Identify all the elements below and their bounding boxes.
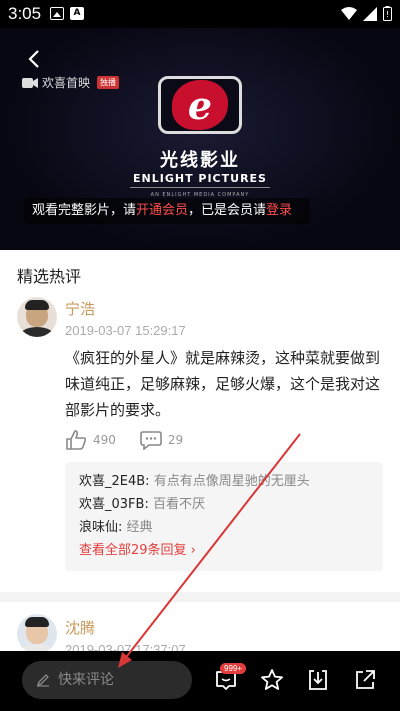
status-time: 3:05	[8, 4, 42, 23]
comment-author[interactable]: 沈腾	[65, 617, 95, 638]
message-badge: 999+	[220, 663, 247, 674]
view-all-replies-link[interactable]: 查看全部29条回复 ›	[79, 539, 369, 563]
avatar-hair	[25, 300, 49, 310]
logo-mark: e	[172, 80, 228, 130]
camera-icon	[22, 77, 38, 88]
comment-actions: 490 29	[65, 430, 201, 450]
download-icon[interactable]	[306, 668, 330, 692]
section-title: 精选热评	[17, 267, 82, 286]
avatar-body	[19, 327, 55, 337]
reply-user: 欢喜_03FB:	[79, 497, 153, 512]
reply-item[interactable]: 欢喜_03FB: 百看不厌	[79, 493, 369, 516]
reply-count: 29	[167, 433, 184, 447]
video-player[interactable]: 欢喜首映 独播 e 光线影业 ENLIGHT PICTURES AN ENLIG…	[0, 28, 400, 250]
logo-divider	[130, 187, 270, 188]
vip-prompt: 观看完整影片，请开通会员，已是会员请登录	[24, 198, 310, 224]
like-icon	[66, 430, 87, 450]
reply-user: 浪味仙:	[79, 520, 127, 535]
image-notification-icon	[50, 7, 64, 20]
comment-placeholder: 快来评论	[58, 672, 114, 688]
system-icons: !	[341, 6, 392, 21]
battery-icon: !	[383, 6, 392, 21]
app-notification-icon: A	[70, 7, 84, 20]
reply-text: 有点有点像周星驰的无厘头	[153, 474, 310, 489]
brand-watermark: 欢喜首映 独播	[22, 74, 120, 91]
reply-item[interactable]: 欢喜_2E4B: 有点有点像周星驰的无厘头	[79, 470, 369, 493]
open-vip-link[interactable]: 开通会员	[136, 203, 188, 218]
svg-text:!: !	[386, 10, 389, 19]
reply-text: 经典	[126, 520, 153, 535]
avatar[interactable]	[17, 614, 57, 654]
back-arrow-icon[interactable]	[24, 48, 46, 70]
comment-time: 2019-03-07 15:29:17	[65, 323, 186, 338]
avatar[interactable]	[17, 297, 57, 337]
reply-item[interactable]: 浪味仙: 经典	[79, 516, 369, 539]
reply-user: 欢喜_2E4B:	[79, 474, 154, 489]
avatar-hair	[25, 617, 49, 627]
notification-icons: A	[50, 7, 84, 20]
reply-text: 百看不厌	[152, 497, 205, 512]
wifi-icon	[341, 6, 357, 20]
replies-box: 欢喜_2E4B: 有点有点像周星驰的无厘头 欢喜_03FB: 百看不厌 浪味仙:…	[65, 462, 383, 571]
share-icon[interactable]	[353, 668, 377, 692]
studio-logo: e	[158, 76, 242, 134]
comment-icon	[140, 431, 162, 450]
pencil-icon	[36, 674, 49, 687]
signal-icon	[363, 6, 377, 21]
comment-input[interactable]: 快来评论	[22, 661, 192, 699]
like-button[interactable]: 490	[65, 430, 116, 450]
status-bar: 3:05 A !	[0, 0, 400, 28]
comment-text: 《疯狂的外星人》就是麻辣烫，这种菜就要做到味道纯正，足够麻辣，足够火爆，这个是我…	[65, 349, 381, 419]
comment-divider	[0, 592, 400, 602]
vip-prompt-mid: ，已是会员请	[188, 203, 267, 218]
bottom-bar: 快来评论 999+	[0, 651, 400, 711]
studio-name-en: ENLIGHT PICTURES	[0, 172, 400, 188]
brand-name: 欢喜首映	[42, 76, 91, 90]
studio-name-cn: 光线影业	[160, 150, 240, 171]
comment-author[interactable]: 宁浩	[65, 298, 95, 319]
reply-button[interactable]: 29	[140, 430, 183, 450]
star-icon[interactable]	[260, 668, 284, 692]
vip-prompt-before: 观看完整影片，请	[32, 203, 137, 218]
login-link[interactable]: 登录	[266, 203, 292, 218]
studio-name-en-text: ENLIGHT PICTURES	[133, 172, 267, 185]
like-count: 490	[93, 433, 116, 447]
exclusive-badge: 独播	[97, 76, 120, 89]
